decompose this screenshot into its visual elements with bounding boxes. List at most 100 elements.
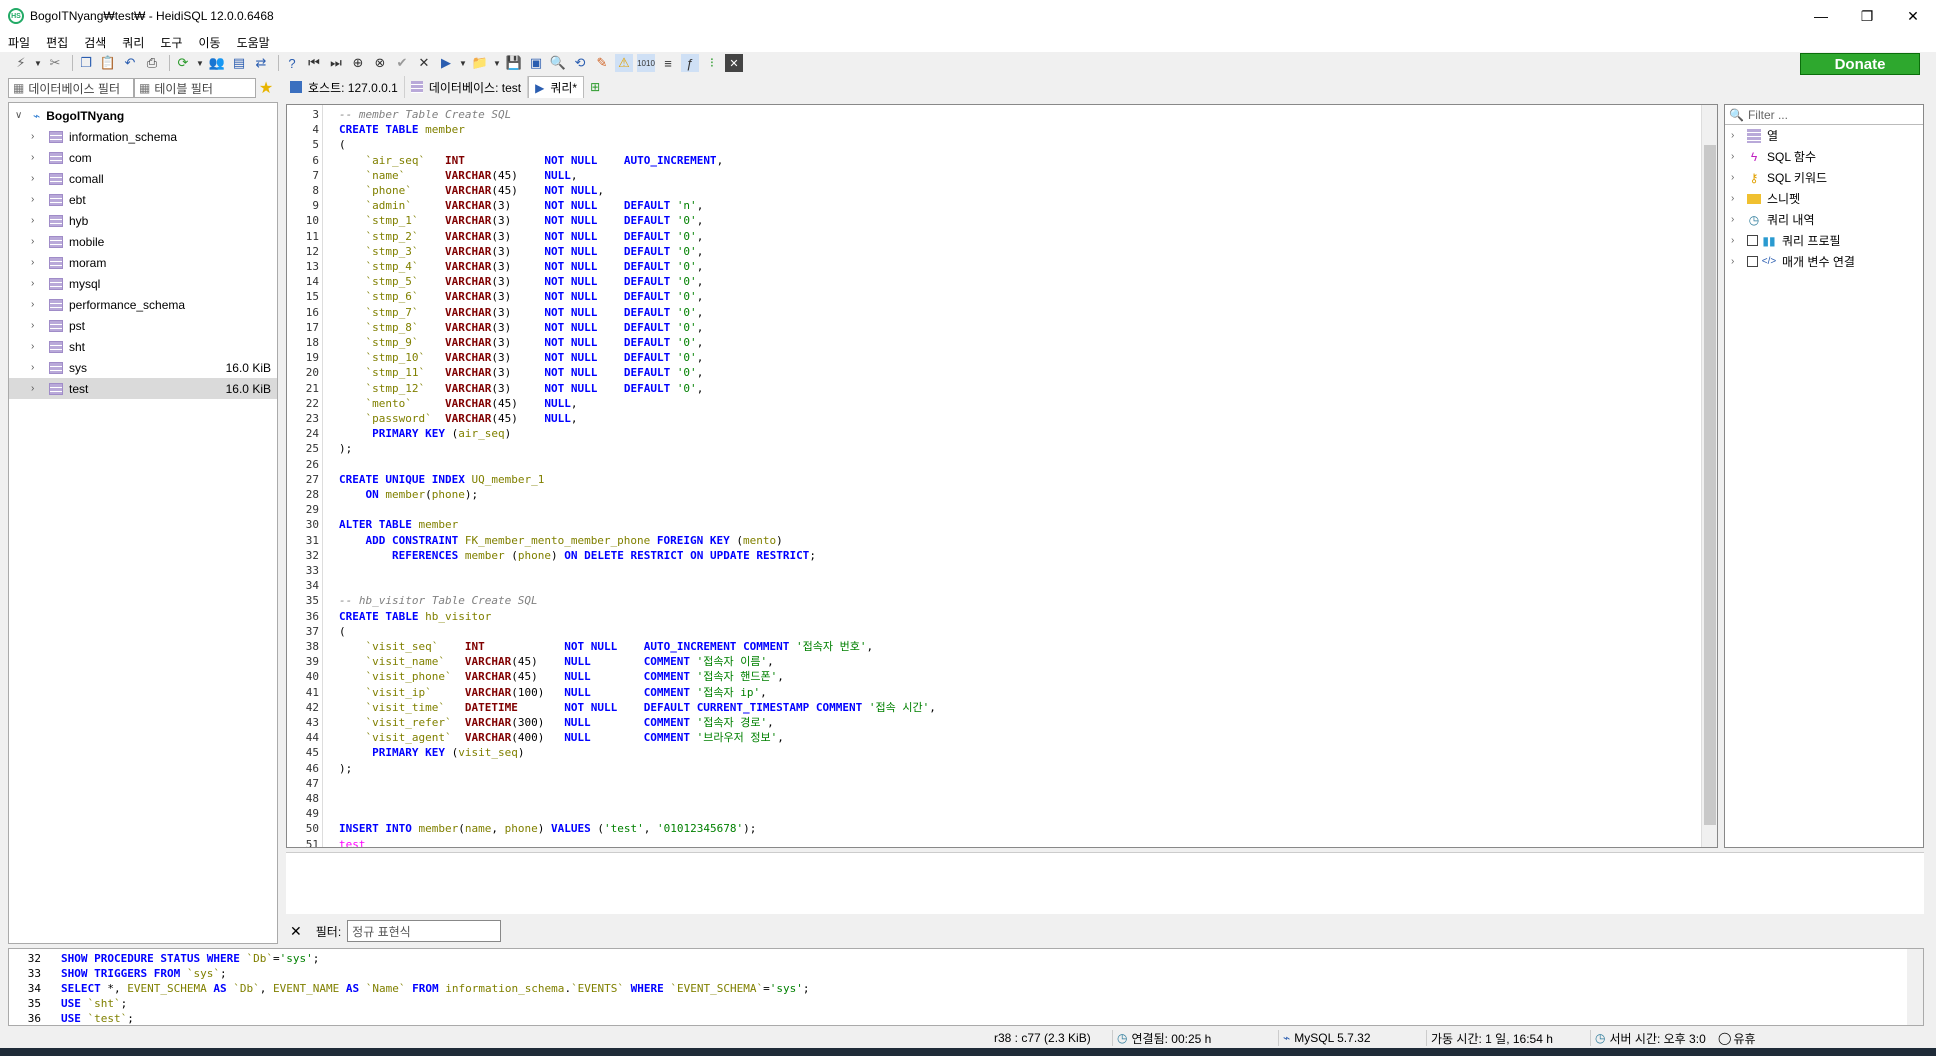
helper-item-sql-functions[interactable]: › ϟ SQL 함수: [1725, 146, 1923, 167]
paste-icon[interactable]: 📋: [99, 54, 117, 72]
expand-chevron-icon[interactable]: ›: [1731, 235, 1743, 246]
expand-chevron-icon[interactable]: ›: [31, 257, 43, 268]
expand-chevron-icon[interactable]: ›: [1731, 256, 1743, 267]
editor-scrollbar-thumb[interactable]: [1704, 145, 1716, 825]
tab-host[interactable]: 호스트: 127.0.0.1: [284, 76, 405, 98]
refresh-icon[interactable]: ⟳: [174, 54, 192, 72]
expand-chevron-icon[interactable]: ›: [31, 173, 43, 184]
reformat-icon[interactable]: ✎: [593, 54, 611, 72]
helper-item-columns[interactable]: › 열: [1725, 125, 1923, 146]
expand-chevron-icon[interactable]: ›: [31, 299, 43, 310]
expand-chevron-icon[interactable]: ›: [31, 320, 43, 331]
expand-chevron-icon[interactable]: ›: [31, 383, 43, 394]
first-record-icon[interactable]: ⏮: [305, 54, 323, 72]
help-icon[interactable]: ?: [283, 54, 301, 72]
find-icon[interactable]: 🔍: [549, 54, 567, 72]
menu-help[interactable]: 도움말: [229, 34, 278, 51]
insert-record-icon[interactable]: ⊕: [349, 54, 367, 72]
table-filter-input[interactable]: ▦ 테이블 필터: [134, 78, 256, 98]
helper-item-bind-params[interactable]: › </> 매개 변수 연결: [1725, 251, 1923, 272]
menu-query[interactable]: 쿼리: [114, 34, 152, 51]
expand-chevron-icon[interactable]: ›: [31, 194, 43, 205]
menu-tools[interactable]: 도구: [152, 34, 190, 51]
log-scrollbar[interactable]: [1907, 949, 1923, 1025]
editor-scrollbar[interactable]: [1701, 105, 1717, 847]
expand-chevron-icon[interactable]: ›: [31, 215, 43, 226]
sql-log-panel[interactable]: 32 SHOW PROCEDURE STATUS WHERE `Db`='sys'…: [8, 948, 1924, 1026]
new-query-tab-button[interactable]: ⊞: [584, 76, 606, 98]
stop-icon[interactable]: ✕: [725, 54, 743, 72]
tree-node-database[interactable]: › mysql: [9, 273, 277, 294]
transfer-icon[interactable]: ⇄: [252, 54, 270, 72]
user-manager-icon[interactable]: 👥: [208, 54, 226, 72]
tree-node-database[interactable]: › test 16.0 KiB: [9, 378, 277, 399]
dropdown-arrow-icon[interactable]: ▼: [196, 54, 204, 72]
expand-chevron-icon[interactable]: ›: [1731, 172, 1743, 183]
save-icon[interactable]: 💾: [505, 54, 523, 72]
undo-icon[interactable]: ↶: [121, 54, 139, 72]
helper-item-query-history[interactable]: › ◷ 쿼리 내역: [1725, 209, 1923, 230]
binary-mode-icon[interactable]: 1010: [637, 54, 655, 72]
tree-node-database[interactable]: › hyb: [9, 210, 277, 231]
helper-filter-input[interactable]: 🔍 Filter ...: [1725, 105, 1923, 125]
expand-chevron-icon[interactable]: ›: [1731, 151, 1743, 162]
query-profile-checkbox[interactable]: [1747, 235, 1758, 246]
bind-params-checkbox[interactable]: [1747, 256, 1758, 267]
expand-chevron-icon[interactable]: ›: [31, 362, 43, 373]
tree-node-database[interactable]: › comall: [9, 168, 277, 189]
tree-node-database[interactable]: › com: [9, 147, 277, 168]
close-filter-icon[interactable]: ✕: [290, 923, 302, 940]
favorites-star-icon[interactable]: ★: [256, 78, 276, 98]
dropdown-arrow-icon[interactable]: ▼: [459, 54, 467, 72]
minimize-button[interactable]: —: [1798, 0, 1844, 32]
expand-chevron-icon[interactable]: ›: [31, 341, 43, 352]
expand-chevron-icon[interactable]: ›: [31, 131, 43, 142]
autocomplete-icon[interactable]: ƒ: [681, 54, 699, 72]
post-record-icon[interactable]: ✔: [393, 54, 411, 72]
tree-node-database[interactable]: › sys 16.0 KiB: [9, 357, 277, 378]
run-query-icon[interactable]: ▶: [437, 54, 455, 72]
delete-record-icon[interactable]: ⊗: [371, 54, 389, 72]
tree-node-database[interactable]: › ebt: [9, 189, 277, 210]
tree-node-database[interactable]: › information_schema: [9, 126, 277, 147]
menu-file[interactable]: 파일: [0, 34, 38, 51]
maintenance-icon[interactable]: ▤: [230, 54, 248, 72]
parameter-icon[interactable]: ⁝: [703, 54, 721, 72]
restore-button[interactable]: ❐: [1844, 0, 1890, 32]
replace-icon[interactable]: ⟲: [571, 54, 589, 72]
helper-item-snippets[interactable]: › 스니펫: [1725, 188, 1923, 209]
menu-edit[interactable]: 편집: [38, 34, 76, 51]
tree-node-database[interactable]: › pst: [9, 315, 277, 336]
copy-icon[interactable]: ❐: [77, 54, 95, 72]
dropdown-arrow-icon[interactable]: ▼: [34, 54, 42, 72]
expand-chevron-icon[interactable]: ›: [1731, 214, 1743, 225]
tree-node-database[interactable]: › sht: [9, 336, 277, 357]
session-manager-icon[interactable]: ⚡: [12, 54, 30, 72]
dropdown-arrow-icon[interactable]: ▼: [493, 54, 501, 72]
expand-chevron-icon[interactable]: ›: [31, 152, 43, 163]
database-filter-input[interactable]: ▦ 데이터베이스 필터: [8, 78, 134, 98]
expand-chevron-icon[interactable]: ›: [1731, 193, 1743, 204]
warnings-icon[interactable]: ⚠: [615, 54, 633, 72]
save-snippet-icon[interactable]: ▣: [527, 54, 545, 72]
tree-node-database[interactable]: › performance_schema: [9, 294, 277, 315]
helper-item-sql-keywords[interactable]: › ⚷ SQL 키워드: [1725, 167, 1923, 188]
open-file-icon[interactable]: 📁: [471, 54, 489, 72]
expand-chevron-icon[interactable]: ›: [1731, 130, 1743, 141]
wrap-lines-icon[interactable]: ≡: [659, 54, 677, 72]
sql-editor[interactable]: 3 -- member Table Create SQL 4 CREATE TABLE…: [286, 104, 1718, 848]
tab-database[interactable]: 데이터베이스: test: [405, 76, 529, 98]
disconnect-icon[interactable]: ✂: [46, 54, 64, 72]
tree-node-database[interactable]: › mobile: [9, 231, 277, 252]
menu-search[interactable]: 검색: [76, 34, 114, 51]
tree-node-database[interactable]: › moram: [9, 252, 277, 273]
collapse-chevron-icon[interactable]: ∨: [15, 110, 27, 121]
menu-goto[interactable]: 이동: [190, 34, 228, 51]
expand-chevron-icon[interactable]: ›: [31, 236, 43, 247]
last-record-icon[interactable]: ⏭: [327, 54, 345, 72]
tree-root-session[interactable]: ∨ ⌁ BogoITNyang: [9, 105, 277, 126]
tab-query[interactable]: ▶ 쿼리*: [528, 76, 585, 98]
donate-button[interactable]: Donate: [1800, 53, 1920, 75]
regex-filter-input[interactable]: 정규 표현식: [347, 920, 502, 942]
expand-chevron-icon[interactable]: ›: [31, 278, 43, 289]
